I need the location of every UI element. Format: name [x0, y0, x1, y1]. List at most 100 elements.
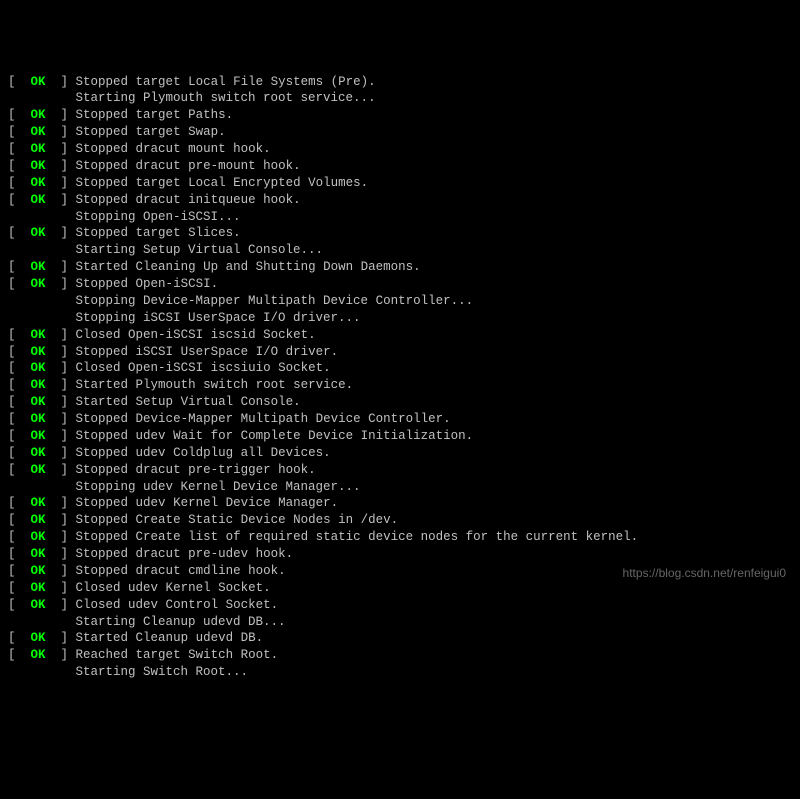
boot-log-line: [ OK ] Stopped Create Static Device Node…	[8, 512, 792, 529]
log-message: Stopped target Paths.	[76, 108, 234, 122]
status-bracket-right: ]	[46, 277, 76, 291]
status-bracket-left: [	[8, 159, 31, 173]
log-indent	[8, 615, 76, 629]
status-ok: OK	[31, 395, 46, 409]
boot-log-line: [ OK ] Stopped udev Wait for Complete De…	[8, 428, 792, 445]
status-ok: OK	[31, 159, 46, 173]
status-ok: OK	[31, 648, 46, 662]
boot-log-line: [ OK ] Stopped udev Coldplug all Devices…	[8, 445, 792, 462]
status-bracket-right: ]	[46, 446, 76, 460]
boot-log-line: [ OK ] Started Plymouth switch root serv…	[8, 377, 792, 394]
status-ok: OK	[31, 361, 46, 375]
status-bracket-right: ]	[46, 598, 76, 612]
log-indent	[8, 294, 76, 308]
log-indent	[8, 210, 76, 224]
log-message: Stopped Device-Mapper Multipath Device C…	[76, 412, 451, 426]
log-message: Stopped dracut mount hook.	[76, 142, 271, 156]
status-bracket-right: ]	[46, 631, 76, 645]
log-message: Reached target Switch Root.	[76, 648, 279, 662]
boot-log-line: [ OK ] Stopped dracut pre-udev hook.	[8, 546, 792, 563]
boot-log-line: [ OK ] Closed Open-iSCSI iscsiuio Socket…	[8, 360, 792, 377]
status-bracket-left: [	[8, 564, 31, 578]
boot-log-line: [ OK ] Closed udev Kernel Socket.	[8, 580, 792, 597]
status-bracket-right: ]	[46, 564, 76, 578]
log-indent	[8, 311, 76, 325]
status-ok: OK	[31, 176, 46, 190]
boot-log-line: [ OK ] Stopped target Local Encrypted Vo…	[8, 175, 792, 192]
status-bracket-left: [	[8, 125, 31, 139]
status-bracket-left: [	[8, 429, 31, 443]
status-ok: OK	[31, 193, 46, 207]
status-bracket-left: [	[8, 378, 31, 392]
status-bracket-right: ]	[46, 378, 76, 392]
log-message: Stopped target Swap.	[76, 125, 226, 139]
boot-log-line: [ OK ] Stopped target Local File Systems…	[8, 74, 792, 91]
boot-log-line: [ OK ] Reached target Switch Root.	[8, 647, 792, 664]
boot-log-line: [ OK ] Stopped dracut pre-trigger hook.	[8, 462, 792, 479]
log-message: Stopped iSCSI UserSpace I/O driver.	[76, 345, 339, 359]
status-bracket-right: ]	[46, 345, 76, 359]
log-message: Stopped dracut cmdline hook.	[76, 564, 286, 578]
status-ok: OK	[31, 631, 46, 645]
status-bracket-right: ]	[46, 463, 76, 477]
log-message: Stopped udev Kernel Device Manager.	[76, 496, 339, 510]
log-message: Stopped Open-iSCSI.	[76, 277, 219, 291]
status-ok: OK	[31, 345, 46, 359]
boot-log-line: [ OK ] Stopped iSCSI UserSpace I/O drive…	[8, 344, 792, 361]
status-bracket-right: ]	[46, 176, 76, 190]
boot-log-line: [ OK ] Started Setup Virtual Console.	[8, 394, 792, 411]
status-bracket-right: ]	[46, 513, 76, 527]
status-bracket-right: ]	[46, 193, 76, 207]
status-bracket-left: [	[8, 412, 31, 426]
watermark-text: https://blog.csdn.net/renfeigui0	[623, 565, 786, 581]
boot-log-line: [ OK ] Started Cleaning Up and Shutting …	[8, 259, 792, 276]
status-bracket-left: [	[8, 361, 31, 375]
status-bracket-right: ]	[46, 108, 76, 122]
status-bracket-left: [	[8, 277, 31, 291]
terminal-output: [ OK ] Stopped target Local File Systems…	[8, 74, 792, 682]
boot-log-line: [ OK ] Stopped target Paths.	[8, 107, 792, 124]
status-ok: OK	[31, 446, 46, 460]
log-message: Closed udev Control Socket.	[76, 598, 279, 612]
log-indent	[8, 243, 76, 257]
status-bracket-left: [	[8, 463, 31, 477]
boot-log-line: [ OK ] Stopped dracut initqueue hook.	[8, 192, 792, 209]
status-bracket-right: ]	[46, 142, 76, 156]
boot-log-line: [ OK ] Started Cleanup udevd DB.	[8, 630, 792, 647]
log-message: Stopped dracut pre-udev hook.	[76, 547, 294, 561]
log-message: Started Setup Virtual Console.	[76, 395, 301, 409]
log-message: Stopped target Slices.	[76, 226, 241, 240]
status-bracket-left: [	[8, 513, 31, 527]
status-ok: OK	[31, 581, 46, 595]
log-message: Stopped target Local File Systems (Pre).	[76, 75, 376, 89]
log-message: Stopped udev Wait for Complete Device In…	[76, 429, 474, 443]
status-bracket-right: ]	[46, 328, 76, 342]
log-message: Stopped dracut initqueue hook.	[76, 193, 301, 207]
log-message: Started Cleaning Up and Shutting Down Da…	[76, 260, 421, 274]
status-ok: OK	[31, 564, 46, 578]
status-bracket-left: [	[8, 395, 31, 409]
status-bracket-left: [	[8, 496, 31, 510]
log-indent	[8, 665, 76, 679]
log-message: Stopped Create Static Device Nodes in /d…	[76, 513, 399, 527]
boot-log-line: Stopping Open-iSCSI...	[8, 209, 792, 226]
log-message: Started Plymouth switch root service.	[76, 378, 354, 392]
status-ok: OK	[31, 530, 46, 544]
status-bracket-left: [	[8, 108, 31, 122]
status-ok: OK	[31, 547, 46, 561]
status-ok: OK	[31, 429, 46, 443]
boot-log-line: [ OK ] Stopped dracut mount hook.	[8, 141, 792, 158]
status-ok: OK	[31, 226, 46, 240]
status-bracket-left: [	[8, 631, 31, 645]
status-bracket-left: [	[8, 176, 31, 190]
log-message: Starting Setup Virtual Console...	[76, 243, 324, 257]
status-bracket-left: [	[8, 547, 31, 561]
status-ok: OK	[31, 125, 46, 139]
boot-log-line: Starting Cleanup udevd DB...	[8, 614, 792, 631]
status-bracket-right: ]	[46, 648, 76, 662]
status-ok: OK	[31, 75, 46, 89]
status-bracket-left: [	[8, 530, 31, 544]
status-ok: OK	[31, 108, 46, 122]
status-bracket-left: [	[8, 260, 31, 274]
log-message: Stopped udev Coldplug all Devices.	[76, 446, 331, 460]
